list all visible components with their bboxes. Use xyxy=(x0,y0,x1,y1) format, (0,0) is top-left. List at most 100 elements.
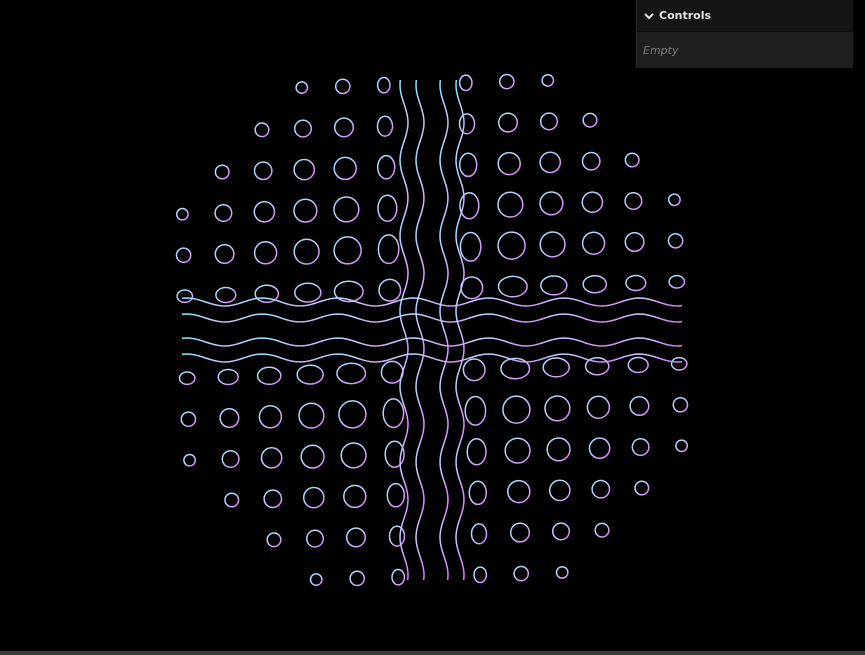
contour-wave xyxy=(181,353,683,363)
contour-blob xyxy=(542,357,570,378)
bottom-scrollbar[interactable] xyxy=(0,651,865,655)
contour-blob xyxy=(376,76,391,94)
contour-blob xyxy=(539,151,562,174)
controls-empty-label: Empty xyxy=(643,43,679,57)
contour-blob xyxy=(581,191,604,214)
contour-blob xyxy=(498,73,515,90)
contour-blob xyxy=(338,400,367,429)
contour-pattern xyxy=(175,73,689,587)
contour-blob xyxy=(631,437,650,457)
contour-blob xyxy=(540,275,568,296)
contour-blob xyxy=(293,158,316,181)
contour-blob xyxy=(675,439,689,453)
contour-blob xyxy=(253,161,273,181)
contour-blob xyxy=(497,275,528,298)
contour-blob xyxy=(629,395,650,417)
contour-blob xyxy=(624,152,640,168)
contour-blob xyxy=(625,274,647,292)
contour-blob xyxy=(634,480,650,496)
contour-blob xyxy=(594,522,610,538)
contour-blob xyxy=(215,286,237,304)
contour-blob xyxy=(293,198,318,223)
contour-blob xyxy=(460,276,484,300)
contour-wave xyxy=(181,337,683,347)
contour-blob xyxy=(539,191,564,216)
contour-blob xyxy=(513,565,530,582)
contour-blob xyxy=(462,358,486,382)
contour-wave xyxy=(415,79,425,581)
contour-blob xyxy=(254,122,270,138)
contour-blob xyxy=(551,522,571,541)
contour-blob xyxy=(497,231,526,260)
contour-blob xyxy=(546,437,571,462)
contour-blob xyxy=(176,289,194,304)
contour-wave xyxy=(181,297,683,307)
contour-blob xyxy=(581,231,606,255)
contour-blob xyxy=(539,112,559,131)
contour-blob xyxy=(376,115,394,137)
contour-blob xyxy=(333,236,362,265)
contour-blob xyxy=(305,529,325,548)
contour-blob xyxy=(670,356,688,371)
contour-blob xyxy=(382,398,405,429)
contour-blob xyxy=(377,234,400,265)
contour-blob xyxy=(544,395,571,422)
contour-blob xyxy=(175,247,192,264)
contour-blob xyxy=(473,566,488,584)
contour-blob xyxy=(388,525,406,547)
contour-blob xyxy=(497,191,524,218)
contour-blob xyxy=(377,194,398,222)
contour-blob xyxy=(175,207,189,221)
contour-blob xyxy=(470,523,488,545)
contour-blob xyxy=(266,532,282,548)
contour-blob xyxy=(591,479,611,499)
contour-blob xyxy=(263,489,283,509)
contour-blob xyxy=(180,411,197,428)
contour-blob xyxy=(333,117,355,138)
contour-blob xyxy=(343,484,367,509)
contour-blob xyxy=(497,151,521,176)
contour-blob xyxy=(468,480,488,506)
contour-blob xyxy=(333,196,360,223)
contour-blob xyxy=(541,73,555,87)
contour-blob xyxy=(391,568,406,586)
contour-blob xyxy=(667,193,681,207)
contour-blob xyxy=(582,274,608,294)
contour-blob xyxy=(296,364,324,385)
contour-blob xyxy=(458,74,473,92)
contour-blob xyxy=(627,356,649,374)
contour-blob xyxy=(588,437,611,460)
render-canvas[interactable] xyxy=(0,0,865,651)
contour-blob xyxy=(458,113,476,135)
contour-blob xyxy=(376,154,396,180)
contour-blob xyxy=(214,243,235,265)
contour-blob xyxy=(214,203,233,223)
contour-blob xyxy=(459,231,482,262)
contour-blob xyxy=(336,362,367,385)
contour-blob xyxy=(586,395,611,419)
contour-blob xyxy=(256,366,282,386)
contour-blob xyxy=(302,486,325,509)
controls-panel: Controls Empty xyxy=(636,0,853,68)
contour-blob xyxy=(507,479,531,504)
controls-header[interactable]: Controls xyxy=(637,0,853,32)
contour-blob xyxy=(183,453,197,467)
contour-blob xyxy=(458,152,478,178)
contour-blob xyxy=(295,81,309,95)
contour-blob xyxy=(668,274,686,289)
contour-blob xyxy=(219,407,240,429)
contour-blob xyxy=(466,438,487,466)
contour-blob xyxy=(178,371,196,386)
contour-blob xyxy=(298,402,325,429)
contour-blob xyxy=(221,449,240,469)
contour-blob xyxy=(502,395,531,424)
contour-blob xyxy=(253,200,276,223)
contour-blob xyxy=(258,405,283,429)
contour-blob xyxy=(582,112,598,128)
contour-blob xyxy=(253,241,278,265)
contour-blob xyxy=(464,395,487,426)
controls-title: Controls xyxy=(659,9,712,22)
contour-blob xyxy=(334,78,351,95)
contour-blob xyxy=(672,396,689,413)
contour-blob xyxy=(667,232,684,249)
